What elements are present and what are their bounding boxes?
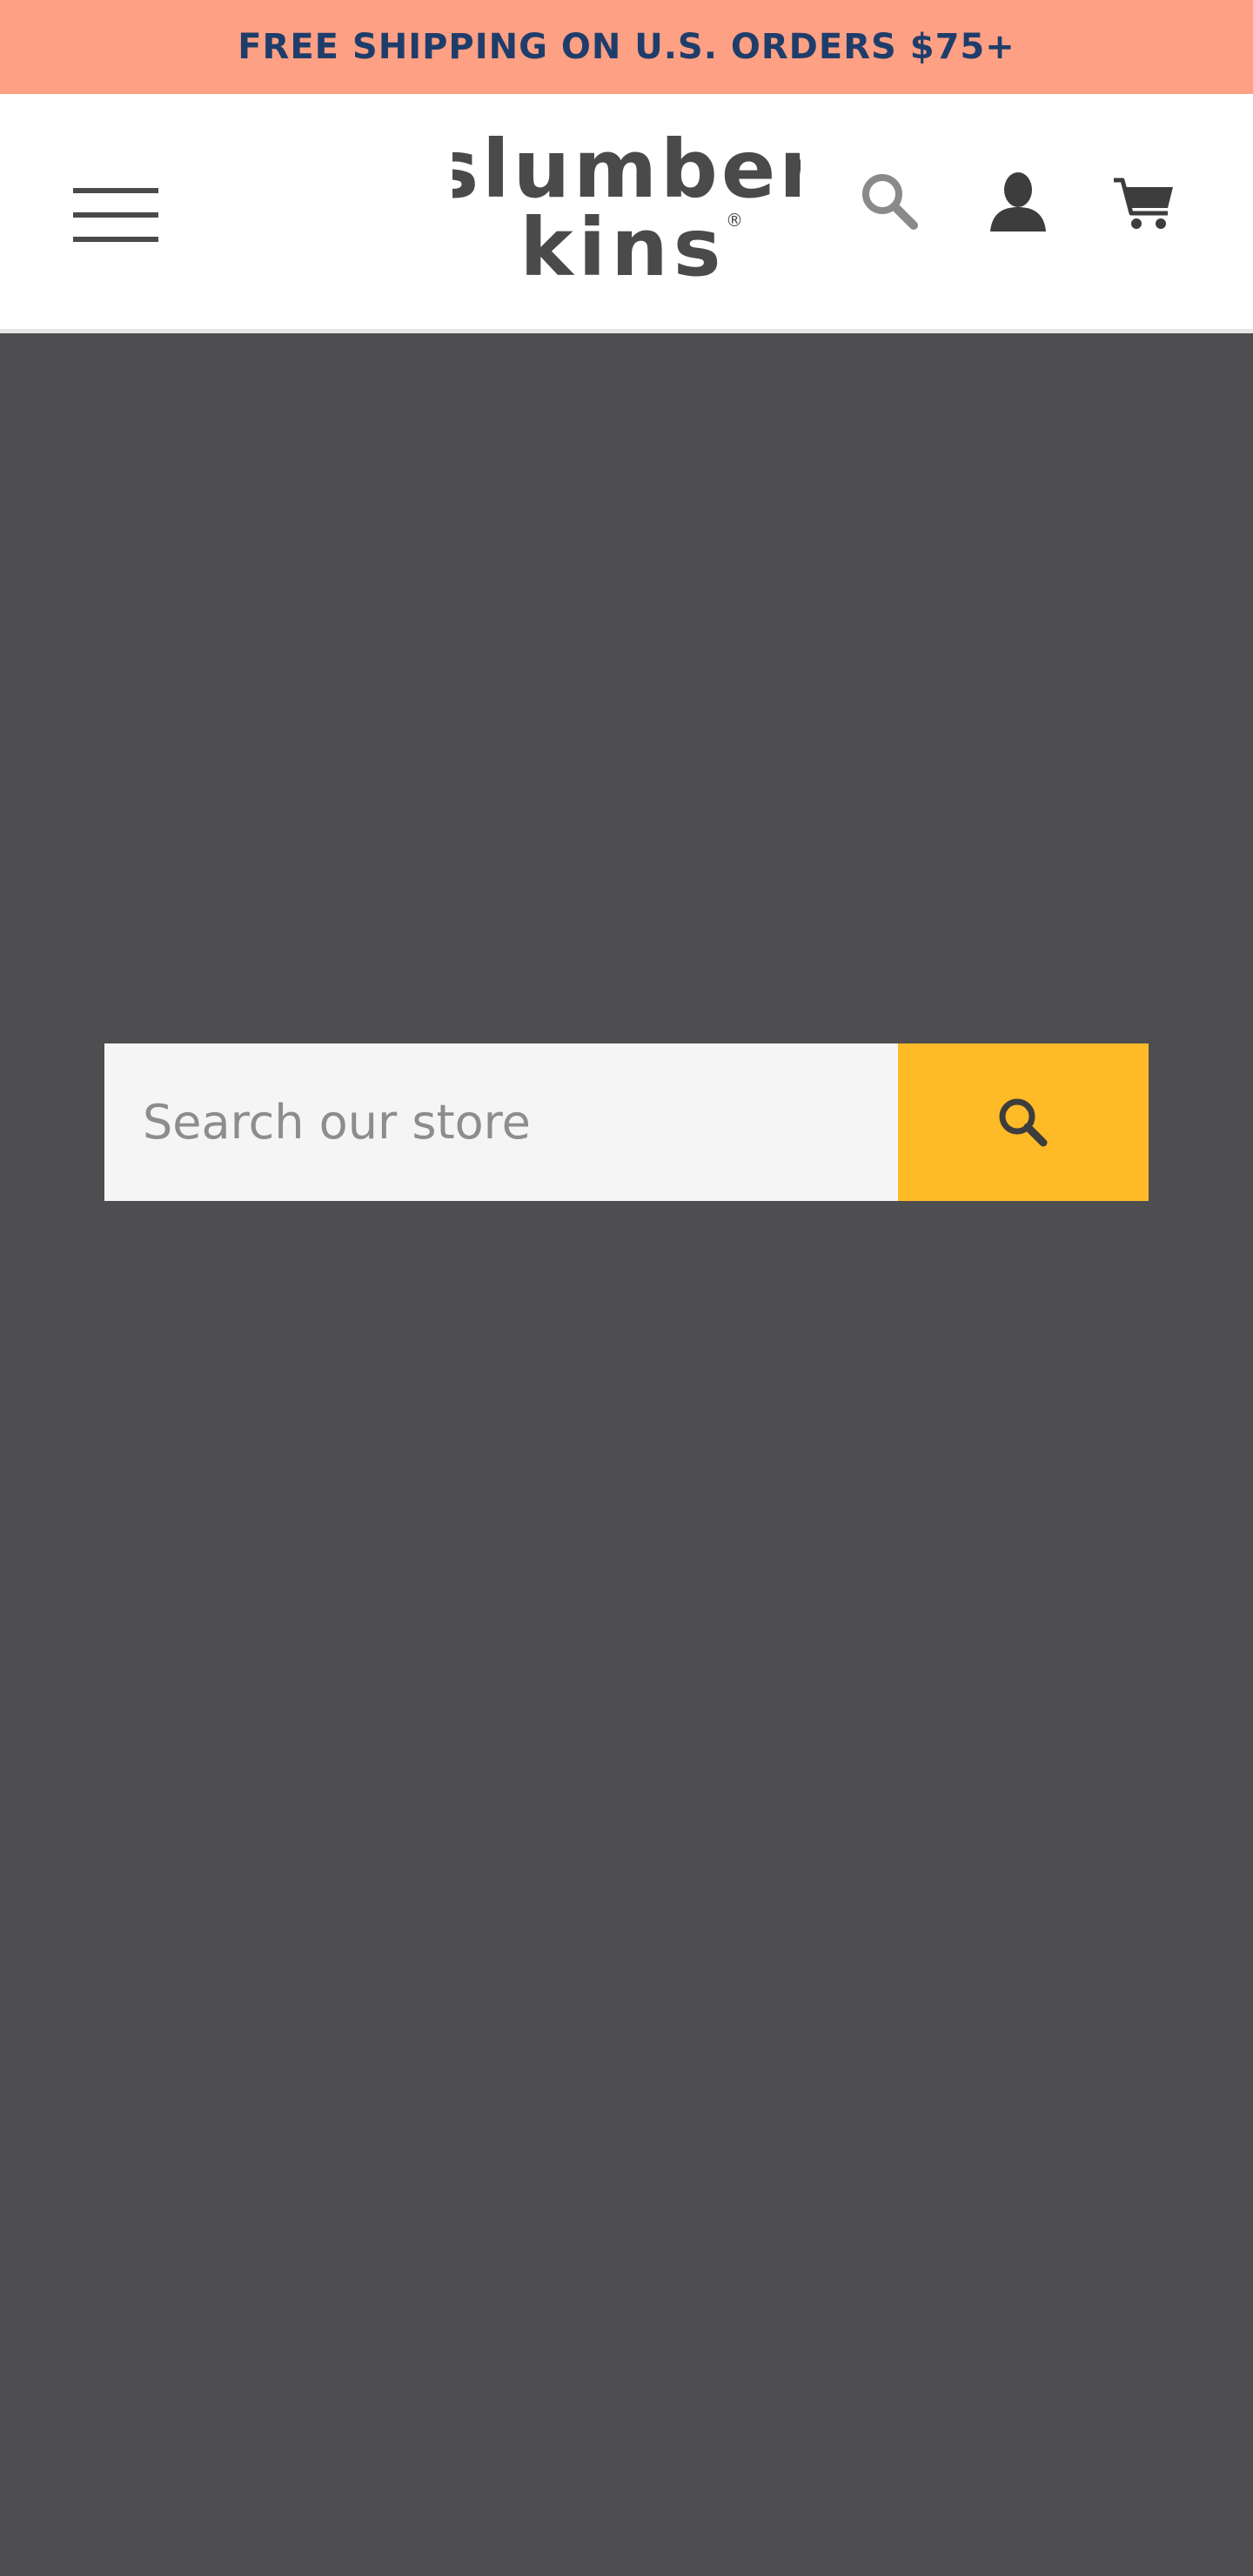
announcement-bar: FREE SHIPPING ON U.S. ORDERS $75+ (0, 0, 1253, 94)
logo-image: slumber kins ® (452, 123, 801, 287)
menu-icon-bar (73, 237, 158, 242)
search-submit-button[interactable] (898, 1043, 1149, 1201)
header-search-button[interactable] (856, 168, 926, 238)
site-header: slumber kins ® (0, 94, 1253, 333)
cart-button[interactable] (1110, 168, 1180, 238)
search-icon (862, 174, 918, 230)
logo-line-2: kins (520, 201, 727, 287)
search-input[interactable] (104, 1043, 898, 1201)
search-icon (999, 1098, 1048, 1146)
site-logo[interactable]: slumber kins ® (452, 117, 801, 287)
account-icon (990, 172, 1046, 231)
logo-registered-mark: ® (726, 210, 743, 231)
menu-icon-bar (73, 212, 158, 218)
account-button[interactable] (983, 167, 1053, 237)
menu-icon-bar (73, 188, 158, 193)
menu-button[interactable] (70, 186, 160, 247)
announcement-text: FREE SHIPPING ON U.S. ORDERS $75+ (238, 27, 1015, 67)
cart-icon (1114, 178, 1173, 229)
search-form (104, 1043, 1149, 1201)
